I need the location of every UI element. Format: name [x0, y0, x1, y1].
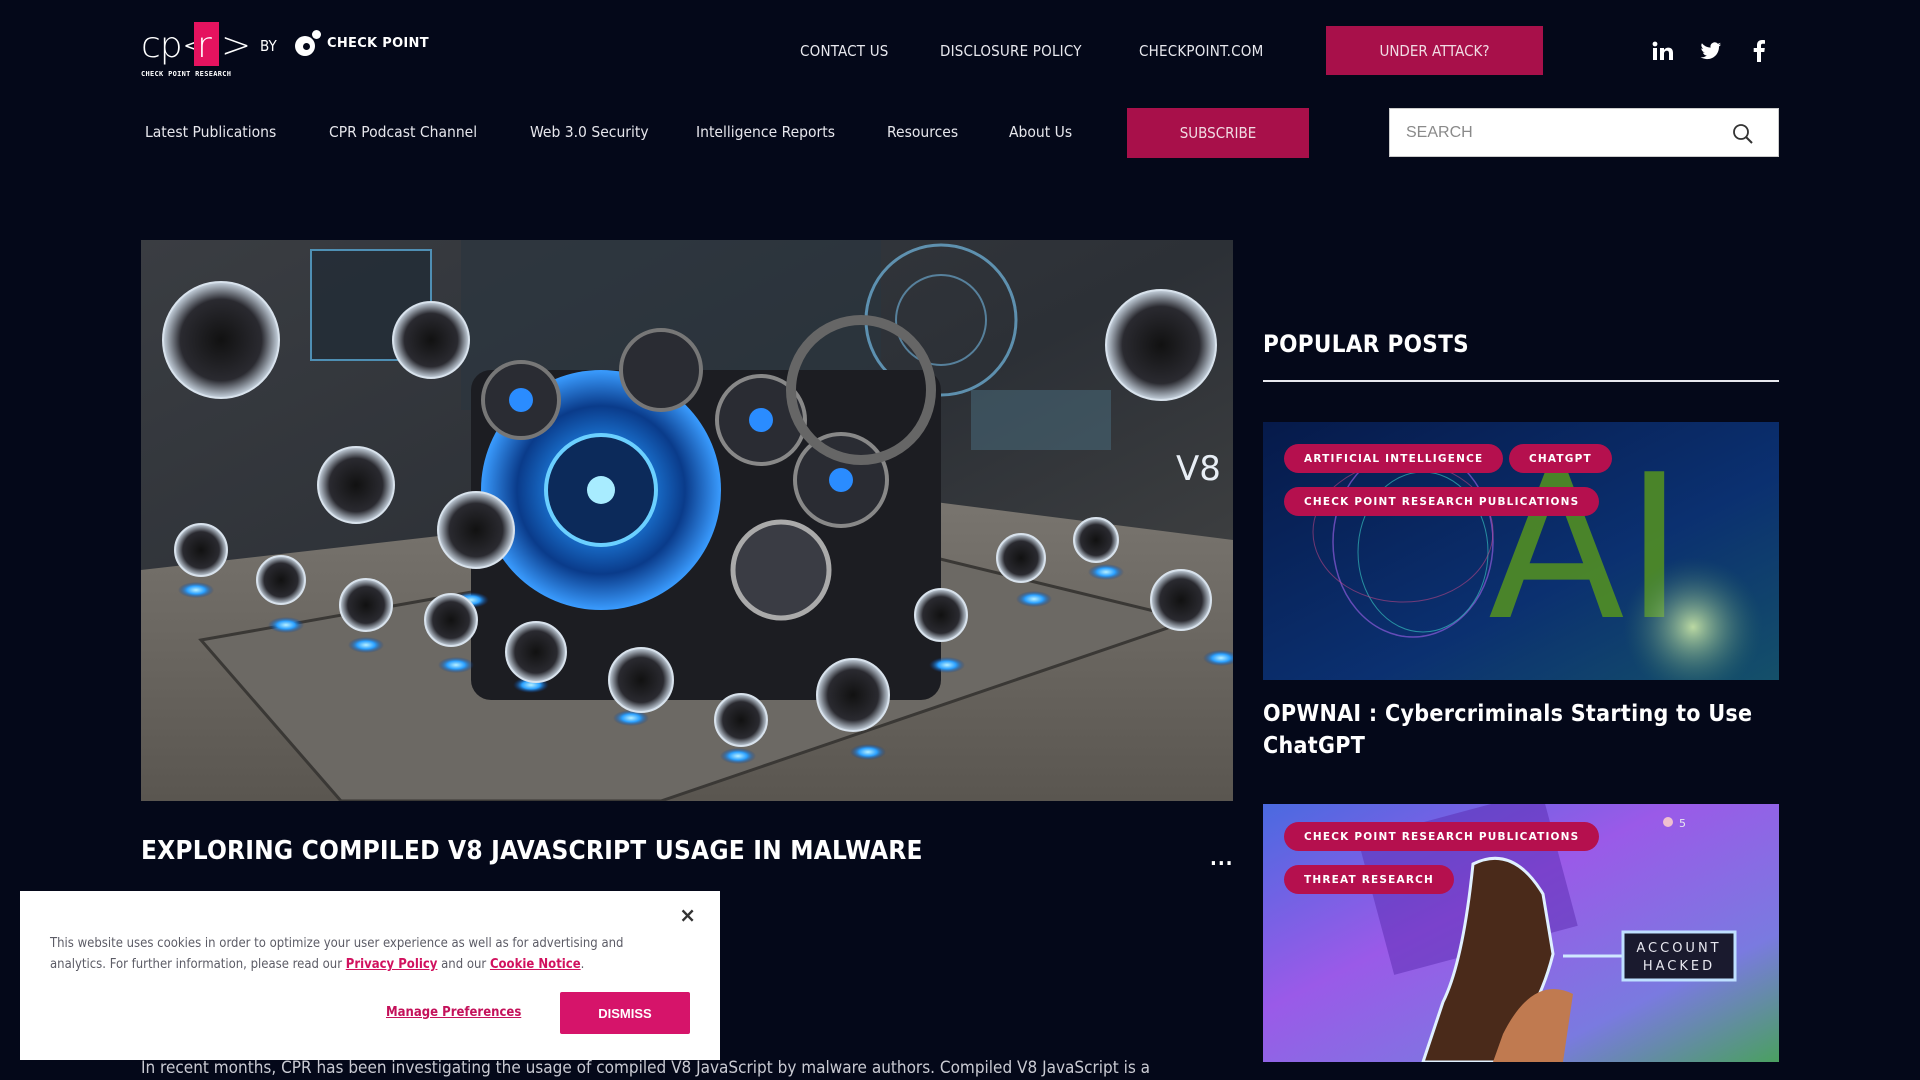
linkedin-icon[interactable]	[1650, 38, 1676, 64]
popular-post-1-title[interactable]: OPWNAI : Cybercriminals Starting to Use …	[1263, 698, 1779, 762]
manage-preferences-link[interactable]: Manage Preferences	[386, 1005, 521, 1020]
subscribe-button[interactable]: SUBSCRIBE	[1127, 108, 1309, 158]
article-hero-image[interactable]: V8	[141, 240, 1233, 801]
tag-check-point-research-publications[interactable]: CHECK POINT RESEARCH PUBLICATIONS	[1284, 487, 1600, 516]
tag-chatgpt[interactable]: CHATGPT	[1509, 444, 1612, 473]
article-title[interactable]: EXPLORING COMPILED V8 JAVASCRIPT USAGE I…	[141, 836, 923, 866]
under-attack-button[interactable]: UNDER ATTACK?	[1326, 26, 1543, 75]
twitter-icon[interactable]	[1698, 38, 1724, 64]
dismiss-button[interactable]: DISMISS	[560, 992, 690, 1034]
cookie-notice-link[interactable]: Cookie Notice	[490, 957, 581, 972]
nav-resources[interactable]: Resources	[887, 123, 958, 141]
by-label: BY	[260, 37, 277, 55]
nav-about-us[interactable]: About Us	[1009, 123, 1072, 141]
tag-artificial-intelligence[interactable]: ARTIFICIAL INTELLIGENCE	[1284, 444, 1504, 473]
tag-threat-research[interactable]: THREAT RESEARCH	[1284, 865, 1455, 894]
cookie-text-mid: and our	[437, 957, 490, 972]
nav-cpr-podcast-channel[interactable]: CPR Podcast Channel	[329, 123, 477, 141]
check-point-brand[interactable]: CHECK POINT	[295, 30, 429, 56]
popular-post-1-image[interactable]: AI ARTIFICIAL INTELLIGENCE CHATGPT CHECK…	[1263, 422, 1779, 680]
popular-posts-heading: POPULAR POSTS	[1263, 330, 1470, 358]
v8-engine-illustration: V8	[141, 240, 1233, 801]
search-icon[interactable]	[1732, 123, 1754, 145]
logo-r-text: r	[197, 25, 212, 66]
account-hacked-line1: ACCOUNT	[1636, 941, 1721, 956]
cookie-text-end: .	[580, 957, 585, 972]
hero-v8-label: V8	[1176, 449, 1221, 489]
close-icon[interactable]: ×	[679, 903, 696, 927]
popular-posts-divider	[1263, 380, 1779, 382]
nav-latest-publications[interactable]: Latest Publications	[145, 123, 276, 141]
top-nav-contact-us[interactable]: CONTACT US	[800, 42, 889, 60]
check-point-brand-text: CHECK POINT	[327, 35, 429, 51]
search-box[interactable]	[1389, 108, 1779, 157]
article-intro-text: In recent months, CPR has been investiga…	[141, 1058, 1151, 1078]
check-point-logo-icon	[295, 30, 321, 56]
nav-intelligence-reports[interactable]: Intelligence Reports	[696, 123, 835, 141]
more-options-button[interactable]: ...	[1210, 846, 1234, 870]
search-input[interactable]	[1406, 109, 1726, 156]
nav-web3-security[interactable]: Web 3.0 Security	[530, 123, 649, 141]
logo-subtitle: CHECK POINT RESEARCH	[141, 70, 232, 78]
cpr-logo[interactable]: cp< r > CHECK POINT RESEARCH	[141, 22, 251, 80]
popular-post-2-image[interactable]: ACCOUNT HACKED 5 CHECK POINT RESEARCH PU…	[1263, 804, 1779, 1062]
facebook-icon[interactable]	[1746, 38, 1772, 64]
counter-text: 5	[1679, 817, 1686, 830]
top-nav-disclosure-policy[interactable]: DISCLOSURE POLICY	[940, 42, 1082, 60]
cookie-message: This website uses cookies in order to op…	[50, 933, 670, 975]
account-hacked-line2: HACKED	[1643, 959, 1715, 974]
top-nav-checkpoint-com[interactable]: CHECKPOINT.COM	[1139, 42, 1263, 60]
tag-check-point-research-publications[interactable]: CHECK POINT RESEARCH PUBLICATIONS	[1284, 822, 1600, 851]
logo-gt-text: >	[221, 25, 252, 66]
privacy-policy-link[interactable]: Privacy Policy	[346, 957, 438, 972]
cookie-banner: × This website uses cookies in order to …	[20, 891, 720, 1060]
